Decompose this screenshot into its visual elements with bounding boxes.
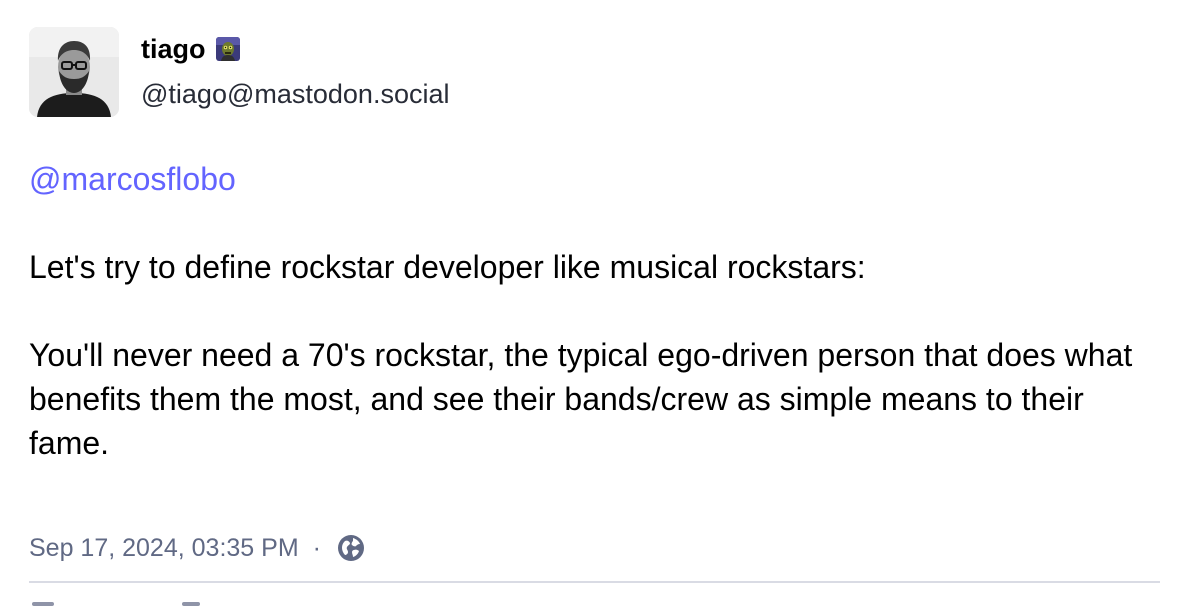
content-paragraph: Let's try to define rockstar developer l… bbox=[29, 249, 866, 285]
globe-icon bbox=[336, 533, 366, 563]
mention-link[interactable]: @marcosflobo bbox=[29, 161, 236, 197]
custom-emoji-zombie-icon bbox=[215, 37, 240, 61]
meta-separator: · bbox=[312, 533, 321, 562]
divider bbox=[29, 581, 1160, 583]
avatar-image bbox=[29, 27, 119, 117]
action-bar-partial bbox=[32, 599, 232, 606]
mention-paragraph: @marcosflobo bbox=[29, 157, 1164, 201]
post-content: @marcosflobo Let's try to define rocksta… bbox=[29, 157, 1164, 465]
post-meta: Sep 17, 2024, 03:35 PM · bbox=[29, 530, 366, 566]
display-name[interactable]: tiago bbox=[141, 32, 206, 66]
boost-icon[interactable] bbox=[182, 602, 200, 606]
account-handle[interactable]: @tiago@mastodon.social bbox=[141, 77, 449, 111]
reply-icon[interactable] bbox=[32, 602, 54, 606]
post-card: tiago @tiago@mastodon.social @marcosflob… bbox=[0, 0, 1188, 606]
author-name-row: tiago bbox=[141, 32, 240, 66]
content-paragraph: You'll never need a 70's rockstar, the t… bbox=[29, 337, 1133, 461]
avatar[interactable] bbox=[29, 27, 119, 117]
post-timestamp[interactable]: Sep 17, 2024, 03:35 PM bbox=[29, 534, 299, 563]
